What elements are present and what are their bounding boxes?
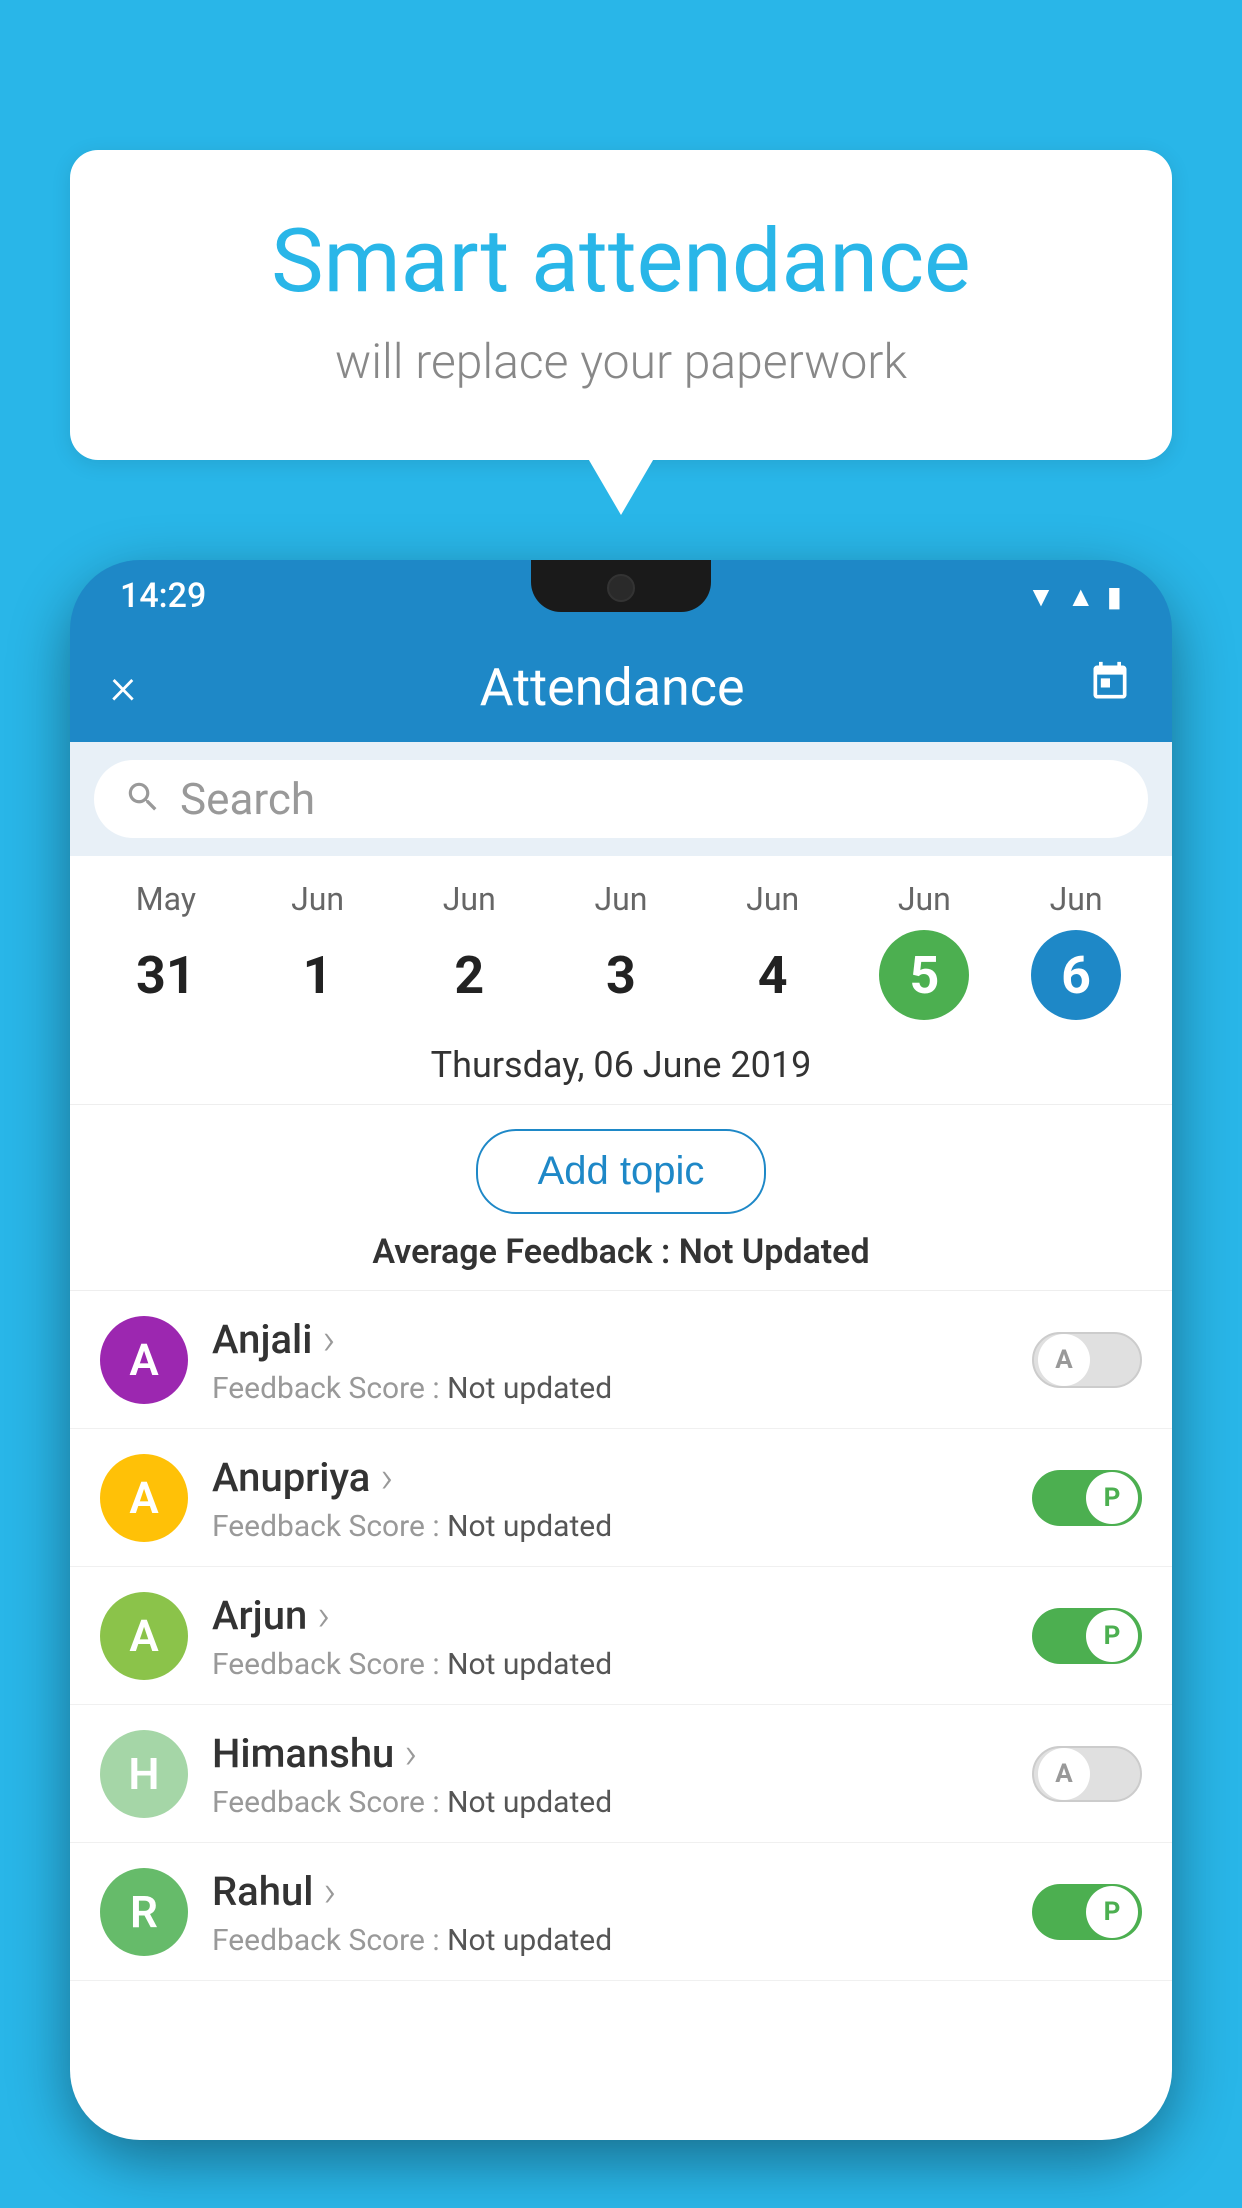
calendar-strip: May 31 Jun 1 Jun 2 Jun 3 Jun 4 Jun 5 Jun 6: [70, 856, 1172, 1030]
student-name: Rahul: [212, 1865, 1008, 1917]
day-month: May: [136, 880, 196, 918]
phone-camera: [607, 574, 635, 602]
calendar-day[interactable]: Jun 3: [561, 880, 681, 1020]
day-month: Jun: [898, 880, 951, 918]
attendance-toggle[interactable]: A: [1032, 1746, 1142, 1802]
speech-bubble-container: Smart attendance will replace your paper…: [70, 150, 1172, 460]
student-name: Arjun: [212, 1589, 1008, 1641]
phone-notch: [531, 560, 711, 612]
feedback-score: Feedback Score : Not updated: [212, 1371, 1008, 1406]
phone-container: 14:29 ▼ ▲ ▮ × Attendance: [70, 560, 1172, 2208]
attendance-toggle[interactable]: P: [1032, 1608, 1142, 1664]
student-name: Anjali: [212, 1313, 1008, 1365]
feedback-score: Feedback Score : Not updated: [212, 1509, 1008, 1544]
search-bar-container: Search: [70, 742, 1172, 856]
calendar-day[interactable]: Jun 1: [258, 880, 378, 1020]
day-month: Jun: [443, 880, 496, 918]
avatar: A: [100, 1316, 188, 1404]
avatar: R: [100, 1868, 188, 1956]
list-item[interactable]: A Anupriya Feedback Score : Not updated P: [70, 1429, 1172, 1567]
phone-screen: Search May 31 Jun 1 Jun 2 Jun 3 Jun 4 Jun 5 Jun 6 Thu…: [70, 742, 1172, 2140]
attendance-toggle[interactable]: A: [1032, 1332, 1142, 1388]
list-item[interactable]: R Rahul Feedback Score : Not updated P: [70, 1843, 1172, 1981]
toggle-knob: A: [1038, 1748, 1090, 1800]
calendar-icon[interactable]: [1088, 660, 1132, 715]
status-time: 14:29: [120, 576, 206, 616]
calendar-day[interactable]: May 31: [106, 880, 226, 1020]
student-name: Himanshu: [212, 1727, 1008, 1779]
attendance-toggle[interactable]: P: [1032, 1884, 1142, 1940]
app-title: Attendance: [480, 657, 745, 718]
avg-feedback-value: Not Updated: [679, 1232, 870, 1272]
calendar-day[interactable]: Jun 5: [864, 880, 984, 1020]
day-number[interactable]: 1: [273, 930, 363, 1020]
feedback-score: Feedback Score : Not updated: [212, 1785, 1008, 1820]
avatar: H: [100, 1730, 188, 1818]
add-topic-button[interactable]: Add topic: [476, 1129, 767, 1214]
average-feedback: Average Feedback : Not Updated: [70, 1232, 1172, 1291]
toggle-knob: P: [1086, 1886, 1138, 1938]
day-month: Jun: [291, 880, 344, 918]
list-item[interactable]: A Arjun Feedback Score : Not updated P: [70, 1567, 1172, 1705]
day-month: Jun: [594, 880, 647, 918]
student-list: AAnjaliFeedback Score : Not updatedAAAnu…: [70, 1291, 1172, 1981]
close-button[interactable]: ×: [110, 658, 136, 716]
feedback-score: Feedback Score : Not updated: [212, 1647, 1008, 1682]
list-item[interactable]: H Himanshu Feedback Score : Not updated A: [70, 1705, 1172, 1843]
signal-icon: ▲: [1067, 580, 1095, 613]
day-number[interactable]: 6: [1031, 930, 1121, 1020]
student-info: Anupriya Feedback Score : Not updated: [212, 1451, 1008, 1544]
phone-frame: 14:29 ▼ ▲ ▮ × Attendance: [70, 560, 1172, 2140]
avg-feedback-label: Average Feedback :: [372, 1232, 678, 1272]
student-info: Rahul Feedback Score : Not updated: [212, 1865, 1008, 1958]
toggle-knob: P: [1086, 1472, 1138, 1524]
attendance-toggle[interactable]: P: [1032, 1470, 1142, 1526]
app-header: × Attendance: [70, 632, 1172, 742]
student-info: Anjali Feedback Score : Not updated: [212, 1313, 1008, 1406]
calendar-day[interactable]: Jun 2: [409, 880, 529, 1020]
selected-date: Thursday, 06 June 2019: [70, 1030, 1172, 1105]
add-topic-container: Add topic: [70, 1105, 1172, 1232]
calendar-day[interactable]: Jun 6: [1016, 880, 1136, 1020]
day-month: Jun: [746, 880, 799, 918]
day-month: Jun: [1050, 880, 1103, 918]
toggle-knob: P: [1086, 1610, 1138, 1662]
toggle-knob: A: [1038, 1334, 1090, 1386]
day-number[interactable]: 31: [121, 930, 211, 1020]
day-number[interactable]: 4: [728, 930, 818, 1020]
search-bar[interactable]: Search: [94, 760, 1148, 838]
day-number[interactable]: 5: [879, 930, 969, 1020]
status-icons: ▼ ▲ ▮: [1027, 580, 1122, 613]
avatar: A: [100, 1454, 188, 1542]
student-info: Arjun Feedback Score : Not updated: [212, 1589, 1008, 1682]
battery-icon: ▮: [1107, 580, 1122, 613]
feedback-score: Feedback Score : Not updated: [212, 1923, 1008, 1958]
day-number[interactable]: 2: [424, 930, 514, 1020]
day-number[interactable]: 3: [576, 930, 666, 1020]
calendar-day[interactable]: Jun 4: [713, 880, 833, 1020]
student-name: Anupriya: [212, 1451, 1008, 1503]
list-item[interactable]: A Anjali Feedback Score : Not updated A: [70, 1291, 1172, 1429]
bubble-subtitle: will replace your paperwork: [150, 333, 1092, 390]
speech-bubble: Smart attendance will replace your paper…: [70, 150, 1172, 460]
search-placeholder: Search: [180, 773, 315, 825]
search-icon: [124, 778, 162, 820]
student-info: Himanshu Feedback Score : Not updated: [212, 1727, 1008, 1820]
avatar: A: [100, 1592, 188, 1680]
bubble-title: Smart attendance: [150, 210, 1092, 313]
wifi-icon: ▼: [1027, 580, 1055, 613]
